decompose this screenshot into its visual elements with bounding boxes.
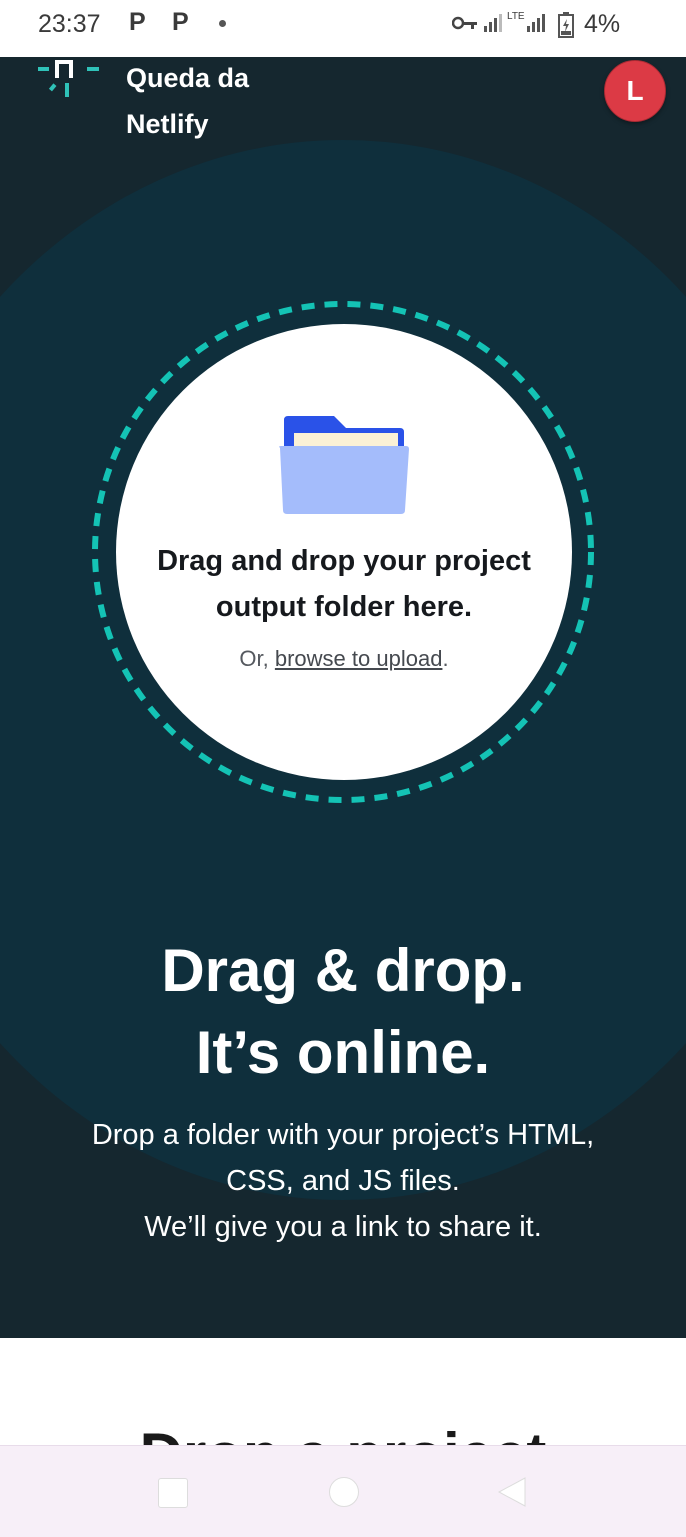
home-icon[interactable] <box>329 1477 359 1507</box>
browse-to-upload-link[interactable]: browse to upload <box>275 646 443 671</box>
hero-description: Drop a folder with your project’s HTML, … <box>0 1112 686 1250</box>
notification-dot-icon <box>219 20 226 27</box>
user-avatar[interactable]: L <box>604 60 666 122</box>
netlify-logo-icon[interactable] <box>38 57 100 99</box>
navigation-bar <box>0 1445 686 1537</box>
vpn-key-icon <box>452 16 477 30</box>
signal-icon <box>527 14 545 32</box>
hero-headline: Drag & drop. It’s online. <box>0 930 686 1094</box>
signal-icon <box>484 14 502 32</box>
headline-line: It’s online. <box>195 1019 491 1086</box>
back-icon[interactable] <box>497 1476 527 1508</box>
description-line: CSS, and JS files. <box>226 1165 460 1197</box>
status-time: 23:37 <box>38 10 101 38</box>
recent-apps-icon[interactable] <box>158 1478 188 1508</box>
period-text: . <box>442 646 449 671</box>
folder-icon <box>279 416 409 514</box>
battery-percent: 4% <box>584 10 621 38</box>
battery-icon <box>558 12 574 38</box>
status-bar: 23:37 P P LTE 4% <box>0 0 686 57</box>
dropzone-subtext: Or, browse to upload. <box>116 646 572 672</box>
dropzone-title: Drag and drop your project output folder… <box>157 545 531 623</box>
notification-p-icon: P <box>172 8 189 36</box>
notification-p-icon: P <box>129 8 146 36</box>
dropzone[interactable]: Drag and drop your project output folder… <box>116 324 572 780</box>
site-name[interactable]: Queda da Netlify <box>126 57 326 147</box>
lte-label: LTE <box>507 11 525 22</box>
headline-line: Drag & drop. <box>161 937 525 1004</box>
description-line: We’ll give you a link to share it. <box>144 1211 542 1243</box>
or-text: Or, <box>239 646 275 671</box>
description-line: Drop a folder with your project’s HTML, <box>91 1119 595 1151</box>
hero-section: Queda da Netlify L Drag and drop your pr… <box>0 57 686 1338</box>
